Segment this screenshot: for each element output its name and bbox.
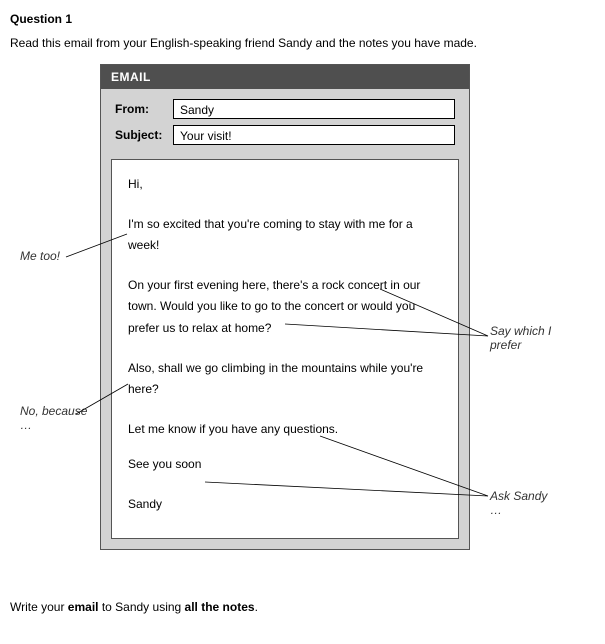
subject-field: Your visit! bbox=[173, 125, 455, 145]
from-row: From: Sandy bbox=[115, 99, 455, 119]
subject-row: Subject: Your visit! bbox=[115, 125, 455, 145]
question-intro: Read this email from your English-speaki… bbox=[10, 36, 595, 50]
body-p4: Let me know if you have any questions. bbox=[128, 419, 442, 441]
final-b1: email bbox=[68, 600, 99, 614]
final-b2: all the notes bbox=[185, 600, 255, 614]
question-label: Question 1 bbox=[10, 12, 595, 26]
final-instruction: Write your email to Sandy using all the … bbox=[10, 600, 595, 614]
subject-label: Subject: bbox=[115, 128, 173, 142]
final-post: . bbox=[255, 600, 258, 614]
final-mid: to Sandy using bbox=[98, 600, 184, 614]
body-p3: Also, shall we go climbing in the mounta… bbox=[128, 358, 442, 401]
body-p5: See you soon bbox=[128, 454, 442, 476]
from-label: From: bbox=[115, 102, 173, 116]
body-greeting: Hi, bbox=[128, 174, 442, 196]
exam-figure: EMAIL From: Sandy Subject: Your visit! H… bbox=[10, 64, 595, 594]
note-no-because: No, because … bbox=[20, 404, 90, 433]
note-me-too: Me too! bbox=[20, 249, 80, 263]
body-p1: I'm so excited that you're coming to sta… bbox=[128, 214, 442, 257]
from-field: Sandy bbox=[173, 99, 455, 119]
email-header: From: Sandy Subject: Your visit! bbox=[101, 89, 469, 159]
email-window: EMAIL From: Sandy Subject: Your visit! H… bbox=[100, 64, 470, 550]
final-pre: Write your bbox=[10, 600, 68, 614]
email-body: Hi, I'm so excited that you're coming to… bbox=[111, 159, 459, 539]
body-signoff: Sandy bbox=[128, 494, 442, 516]
body-p2: On your first evening here, there's a ro… bbox=[128, 275, 442, 340]
email-titlebar: EMAIL bbox=[101, 65, 469, 89]
note-say-which: Say which I prefer bbox=[490, 324, 570, 353]
note-ask-sandy: Ask Sandy … bbox=[490, 489, 560, 518]
